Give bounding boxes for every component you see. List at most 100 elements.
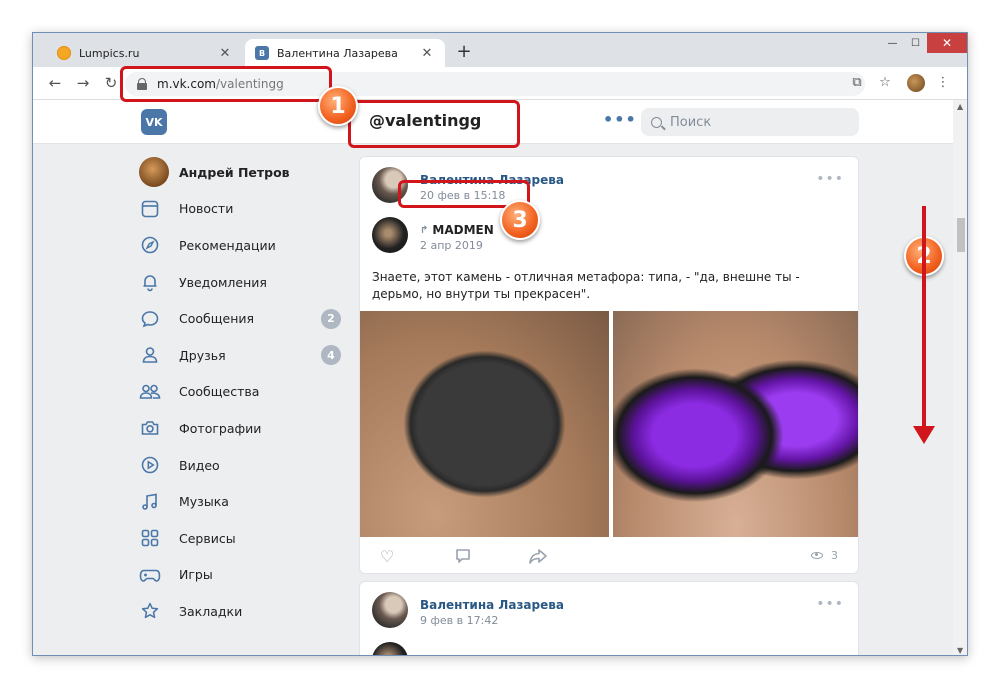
post-actions: ♡ 3 [360, 543, 858, 571]
sidebar-item-label: Уведомления [179, 274, 267, 290]
repost-date[interactable]: 2 апр 2019 [420, 239, 483, 252]
person-icon [139, 344, 161, 366]
play-icon [139, 454, 161, 476]
like-heart-icon[interactable]: ♡ [380, 547, 394, 566]
vk-logo-icon[interactable]: VK [141, 109, 167, 135]
tab-close-icon[interactable]: ✕ [419, 46, 435, 61]
post-author[interactable]: Валентина Лазарева [420, 598, 564, 612]
screenshot: Lumpics.ru ✕ В Валентина Лазарева ✕ + — … [0, 0, 1000, 688]
post-photo-black-stone[interactable] [360, 311, 609, 537]
annotation-box-title [348, 100, 520, 148]
sidebar-item-messages[interactable]: Сообщения 2 [139, 300, 349, 337]
scroll-down-icon[interactable]: ▼ [957, 646, 963, 655]
sidebar-item-services[interactable]: Сервисы [139, 520, 349, 557]
sidebar-item-label: Рекомендации [179, 237, 276, 253]
annotation-number-3: 3 [500, 200, 540, 240]
minimize-icon[interactable]: — [881, 33, 904, 53]
more-options-icon[interactable]: ••• [603, 110, 637, 129]
scroll-down-arrowhead-annotation [913, 426, 935, 444]
views-counter: 3 [811, 549, 838, 562]
back-arrow-icon[interactable]: ← [45, 73, 65, 93]
sidebar-item-games[interactable]: Игры [139, 557, 349, 594]
post-photo-geode[interactable] [613, 311, 858, 537]
sidebar-item-music[interactable]: Музыка [139, 483, 349, 520]
sidebar-item-photos[interactable]: Фотографии [139, 410, 349, 447]
search-icon [651, 116, 662, 128]
grid-icon [139, 527, 161, 549]
unread-count-badge: 2 [321, 308, 341, 329]
friend-requests-badge: 4 [321, 345, 341, 366]
sidebar-item-label: Новости [179, 201, 234, 217]
annotation-number-1: 1 [318, 86, 358, 126]
post-menu-icon[interactable]: ••• [816, 596, 844, 612]
sidebar-item-label: Андрей Петров [179, 164, 290, 180]
camera-icon [139, 417, 161, 439]
forward-arrow-icon[interactable]: → [73, 73, 93, 93]
sidebar-item-bookmarks[interactable]: Закладки [139, 593, 349, 630]
scroll-up-icon[interactable]: ▲ [957, 102, 963, 111]
sidebar-item-label: Сообщества [179, 384, 260, 400]
repost-author-label: MADMEN [432, 223, 494, 237]
new-tab-button[interactable]: + [453, 41, 475, 62]
sidebar-item-label: Сервисы [179, 530, 236, 546]
sidebar-item-label: Друзья [179, 347, 226, 363]
lumpics-favicon-icon [57, 46, 71, 60]
window-close-icon[interactable]: ✕ [927, 33, 967, 53]
repost-author[interactable]: ↱ MADMEN [420, 223, 494, 237]
scroll-thumb[interactable] [957, 218, 965, 252]
vk-favicon-icon: В [255, 46, 269, 60]
page-scrollbar[interactable]: ▲ ▼ [953, 100, 967, 655]
sidebar-item-label: Игры [179, 567, 213, 583]
sidebar-item-recommendations[interactable]: Рекомендации [139, 227, 349, 264]
window-controls: — ☐ ✕ [881, 33, 967, 53]
sidebar-item-label: Видео [179, 457, 220, 473]
compass-icon [139, 234, 161, 256]
eye-icon [811, 552, 823, 559]
views-count: 3 [831, 549, 838, 562]
sidebar-item-video[interactable]: Видео [139, 447, 349, 484]
search-input[interactable]: Поиск [641, 108, 859, 136]
sidebar-item-friends[interactable]: Друзья 4 [139, 337, 349, 374]
sidebar-item-communities[interactable]: Сообщества [139, 374, 349, 411]
share-arrow-icon[interactable] [528, 547, 548, 569]
music-icon [139, 491, 161, 513]
tab-close-icon[interactable]: ✕ [217, 46, 233, 61]
sidebar-item-label: Фотографии [179, 420, 262, 436]
sidebar-item-news[interactable]: Новости [139, 191, 349, 228]
post-text: Знаете, этот камень - отличная метафора:… [372, 270, 800, 301]
comment-icon[interactable] [454, 547, 472, 569]
news-icon [139, 198, 161, 220]
bell-icon [139, 271, 161, 293]
wall-post: Валентина Лазарева 9 фев в 17:42 ••• [359, 581, 859, 655]
wall-post: Валентина Лазарева 20 фев в 15:18 ••• ↱ … [359, 156, 859, 574]
sidebar-item-label: Сообщения [179, 311, 255, 327]
gamepad-icon [139, 564, 161, 586]
post-menu-icon[interactable]: ••• [816, 171, 844, 187]
annotation-box-url [120, 66, 332, 102]
user-avatar [139, 157, 169, 188]
search-placeholder: Поиск [670, 114, 712, 130]
kebab-menu-icon[interactable]: ⋮ [933, 73, 953, 93]
repost-avatar[interactable] [372, 217, 408, 253]
profile-avatar[interactable] [907, 74, 925, 92]
scroll-down-arrow-annotation [922, 206, 926, 428]
tab-label: Lumpics.ru [79, 46, 140, 60]
sidebar-item-label: Закладки [179, 603, 243, 619]
bookmark-star-icon[interactable]: ☆ [875, 73, 895, 93]
titlebar: Lumpics.ru ✕ В Валентина Лазарева ✕ + — … [33, 33, 967, 67]
reload-icon[interactable]: ↻ [101, 73, 121, 93]
maximize-icon[interactable]: ☐ [904, 33, 927, 53]
tab-label: Валентина Лазарева [277, 46, 398, 60]
open-external-icon[interactable]: ⧉ [847, 73, 867, 93]
sidebar-item-profile[interactable]: Андрей Петров [139, 154, 349, 191]
group-icon [139, 381, 161, 403]
sidebar-item-label: Музыка [179, 494, 229, 510]
star-icon [139, 600, 161, 622]
tab-lumpics[interactable]: Lumpics.ru ✕ [47, 39, 243, 67]
repost-avatar[interactable] [372, 642, 408, 655]
author-avatar[interactable] [372, 592, 408, 628]
sidebar-item-notifications[interactable]: Уведомления [139, 264, 349, 301]
tab-vk[interactable]: В Валентина Лазарева ✕ [245, 39, 445, 67]
left-menu: Андрей Петров Новости Рекомендации Уведо… [139, 154, 349, 630]
post-date-link[interactable]: 9 фев в 17:42 [420, 614, 498, 627]
